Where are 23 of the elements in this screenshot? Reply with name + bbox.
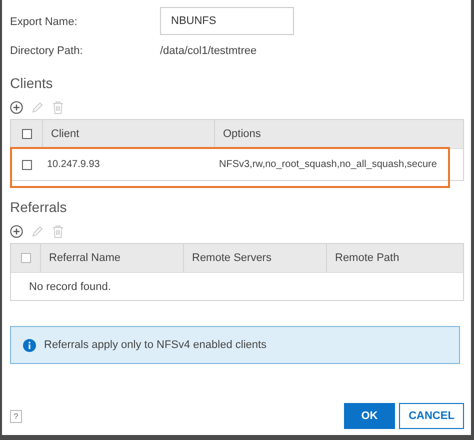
section-title: Referrals	[10, 198, 68, 216]
column-header[interactable]: Options	[223, 128, 261, 140]
help-button[interactable]: ?	[10, 410, 22, 422]
field-label: Export Name:	[10, 16, 78, 28]
add-icon[interactable]	[10, 224, 23, 238]
column-header[interactable]: Remote Servers	[192, 252, 272, 264]
table-cell: NFSv3,rw,no_root_squash,no_all_squash,secure	[219, 159, 437, 170]
checkbox[interactable]	[22, 129, 32, 139]
ok-button[interactable]: OK	[344, 403, 395, 429]
export-name-field[interactable]: NBUNFS	[160, 6, 294, 34]
info-text: Referrals apply only to NFSv4 enabled clients	[44, 339, 267, 351]
cancel-button[interactable]: CANCEL	[399, 403, 464, 429]
field-label: Directory Path:	[10, 45, 84, 57]
checkbox[interactable]	[22, 160, 32, 170]
column-header[interactable]: Remote Path	[335, 252, 400, 264]
table-cell: 10.247.9.93	[47, 159, 100, 170]
add-icon[interactable]	[10, 100, 23, 114]
section-title: Clients	[10, 74, 54, 92]
column-header[interactable]: Referral Name	[49, 252, 121, 264]
directory-path: /data/col1/testmtree	[160, 45, 257, 57]
empty-message: No record found.	[29, 280, 111, 292]
info-icon	[23, 338, 36, 352]
column-header[interactable]: Client	[51, 128, 80, 140]
